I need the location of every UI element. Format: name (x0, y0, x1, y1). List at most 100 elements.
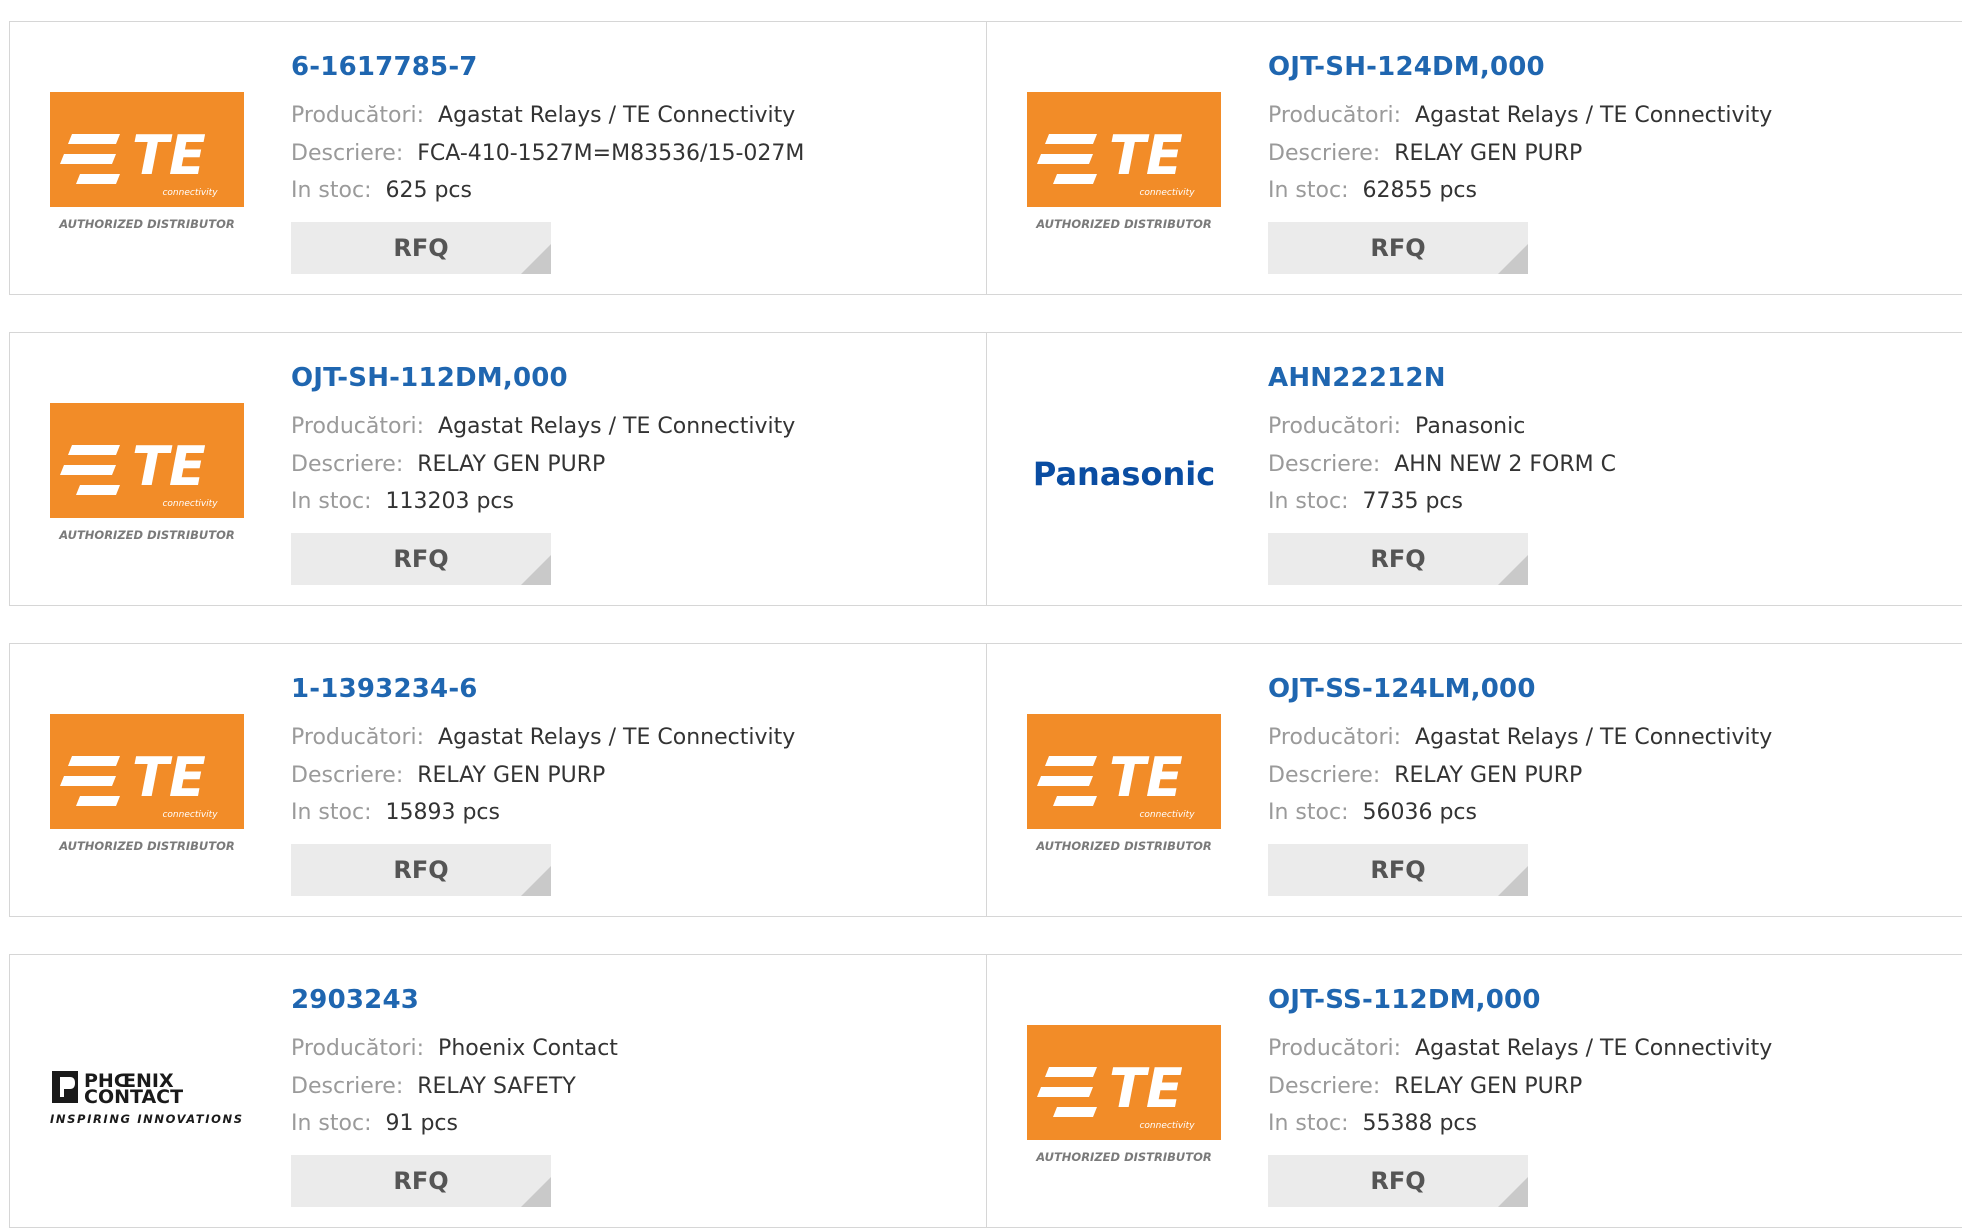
authorized-distributor-caption: AUTHORIZED DISTRIBUTOR (1035, 1150, 1212, 1164)
rfq-button-label: RFQ (393, 545, 449, 573)
product-card: TE connectivity AUTHORIZED DISTRIBUTOR O… (987, 954, 1962, 1228)
part-number-link[interactable]: 1-1393234-6 (291, 674, 478, 704)
description-value: RELAY GEN PURP (1394, 763, 1583, 788)
te-logo-mark-text: TE (1109, 124, 1183, 187)
manufacturer-row: Producători: Panasonic (1268, 413, 1525, 441)
manufacturer-value: Agastat Relays / TE Connectivity (1415, 103, 1773, 128)
rfq-button[interactable]: RFQ (1268, 533, 1528, 585)
manufacturer-row: Producători: Agastat Relays / TE Connecti… (1268, 102, 1772, 130)
stock-label: In stoc: (1268, 178, 1349, 203)
description-label: Descriere: (1268, 141, 1381, 166)
stock-value: 7735 pcs (1362, 489, 1463, 514)
te-logo-sub: connectivity (1139, 1121, 1195, 1131)
manufacturer-row: Producători: Agastat Relays / TE Connecti… (1268, 1035, 1772, 1063)
te-logo-sub: connectivity (1139, 810, 1195, 820)
part-number-link[interactable]: 6-1617785-7 (291, 52, 478, 82)
manufacturer-value: Agastat Relays / TE Connectivity (1415, 1036, 1773, 1061)
rfq-corner-decoration (1498, 866, 1528, 896)
rfq-button-label: RFQ (1370, 545, 1426, 573)
manufacturer-label: Producători: (291, 103, 425, 128)
te-logo-mark-text: TE (1109, 746, 1183, 809)
rfq-button[interactable]: RFQ (1268, 222, 1528, 274)
stock-label: In stoc: (1268, 489, 1349, 514)
description-label: Descriere: (1268, 452, 1381, 477)
te-logo-sub: connectivity (162, 810, 218, 820)
stock-label: In stoc: (291, 800, 372, 825)
stock-row: In stoc: 55388 pcs (1268, 1110, 1477, 1138)
rfq-button-label: RFQ (1370, 1167, 1426, 1195)
rfq-button-label: RFQ (393, 856, 449, 884)
rfq-corner-decoration (1498, 555, 1528, 585)
rfq-corner-decoration (1498, 1177, 1528, 1207)
manufacturer-row: Producători: Agastat Relays / TE Connecti… (1268, 724, 1772, 752)
te-logo-mark-text: TE (1109, 1057, 1183, 1120)
product-card: TE connectivity AUTHORIZED DISTRIBUTOR O… (987, 643, 1962, 917)
part-number-link[interactable]: OJT-SH-112DM,000 (291, 363, 568, 393)
manufacturer-value: Agastat Relays / TE Connectivity (438, 725, 796, 750)
rfq-button[interactable]: RFQ (1268, 844, 1528, 896)
description-value: RELAY SAFETY (417, 1074, 576, 1099)
stock-label: In stoc: (1268, 800, 1349, 825)
te-logo-sub: connectivity (162, 188, 218, 198)
part-number-link[interactable]: OJT-SS-112DM,000 (1268, 985, 1541, 1015)
manufacturer-value: Agastat Relays / TE Connectivity (438, 103, 796, 128)
part-number-link[interactable]: AHN22212N (1268, 363, 1446, 393)
manufacturer-row: Producători: Phoenix Contact (291, 1035, 618, 1063)
description-value: AHN NEW 2 FORM C (1394, 452, 1616, 477)
rfq-button-label: RFQ (393, 1167, 449, 1195)
manufacturer-label: Producători: (291, 725, 425, 750)
product-card: TE connectivity AUTHORIZED DISTRIBUTOR O… (987, 21, 1962, 295)
description-row: Descriere: AHN NEW 2 FORM C (1268, 451, 1616, 479)
rfq-button[interactable]: RFQ (291, 533, 551, 585)
te-logo-mark-text: TE (132, 124, 206, 187)
stock-row: In stoc: 15893 pcs (291, 799, 500, 827)
panasonic-logo: Panasonic (1033, 455, 1215, 493)
phoenix-logo-line2: CONTACT (84, 1086, 183, 1108)
stock-row: In stoc: 113203 pcs (291, 488, 514, 516)
te-connectivity-logo: TE connectivity AUTHORIZED DISTRIBUTOR (1027, 714, 1221, 853)
authorized-distributor-caption: AUTHORIZED DISTRIBUTOR (1035, 839, 1212, 853)
manufacturer-label: Producători: (1268, 103, 1402, 128)
te-connectivity-logo: TE connectivity AUTHORIZED DISTRIBUTOR (1027, 1025, 1221, 1164)
description-row: Descriere: RELAY GEN PURP (1268, 1073, 1582, 1101)
description-label: Descriere: (1268, 1074, 1381, 1099)
rfq-corner-decoration (521, 244, 551, 274)
rfq-button[interactable]: RFQ (1268, 1155, 1528, 1207)
stock-value: 55388 pcs (1362, 1111, 1477, 1136)
stock-value: 62855 pcs (1362, 178, 1477, 203)
product-grid: TE connectivity AUTHORIZED DISTRIBUTOR 6… (9, 21, 1962, 1228)
authorized-distributor-caption: AUTHORIZED DISTRIBUTOR (58, 217, 235, 231)
authorized-distributor-caption: AUTHORIZED DISTRIBUTOR (58, 528, 235, 542)
description-label: Descriere: (291, 452, 404, 477)
product-card: TE connectivity AUTHORIZED DISTRIBUTOR O… (9, 332, 987, 606)
stock-row: In stoc: 91 pcs (291, 1110, 458, 1138)
te-connectivity-logo: TE connectivity AUTHORIZED DISTRIBUTOR (50, 714, 244, 853)
rfq-button[interactable]: RFQ (291, 1155, 551, 1207)
stock-row: In stoc: 7735 pcs (1268, 488, 1463, 516)
product-card: TE connectivity AUTHORIZED DISTRIBUTOR 1… (9, 643, 987, 917)
description-value: RELAY GEN PURP (417, 763, 606, 788)
part-number-link[interactable]: OJT-SS-124LM,000 (1268, 674, 1536, 704)
part-number-link[interactable]: 2903243 (291, 985, 419, 1015)
description-row: Descriere: RELAY GEN PURP (1268, 140, 1582, 168)
description-label: Descriere: (291, 763, 404, 788)
manufacturer-value: Panasonic (1415, 414, 1526, 439)
rfq-button[interactable]: RFQ (291, 844, 551, 896)
authorized-distributor-caption: AUTHORIZED DISTRIBUTOR (1035, 217, 1212, 231)
te-connectivity-logo: TE connectivity AUTHORIZED DISTRIBUTOR (50, 403, 244, 542)
phoenix-contact-mark (52, 1071, 78, 1103)
stock-value: 15893 pcs (385, 800, 500, 825)
stock-value: 56036 pcs (1362, 800, 1477, 825)
te-logo-sub: connectivity (162, 499, 218, 509)
manufacturer-value: Agastat Relays / TE Connectivity (1415, 725, 1773, 750)
description-value: RELAY GEN PURP (1394, 1074, 1583, 1099)
phoenix-logo-tagline: INSPIRING INNOVATIONS (50, 1112, 242, 1126)
manufacturer-row: Producători: Agastat Relays / TE Connecti… (291, 413, 795, 441)
part-number-link[interactable]: OJT-SH-124DM,000 (1268, 52, 1545, 82)
description-row: Descriere: FCA-410-1527M=M83536/15-027M (291, 140, 804, 168)
te-logo-mark-text: TE (132, 435, 206, 498)
rfq-button[interactable]: RFQ (291, 222, 551, 274)
description-value: RELAY GEN PURP (1394, 141, 1583, 166)
manufacturer-label: Producători: (291, 1036, 425, 1061)
description-value: FCA-410-1527M=M83536/15-027M (417, 141, 805, 166)
